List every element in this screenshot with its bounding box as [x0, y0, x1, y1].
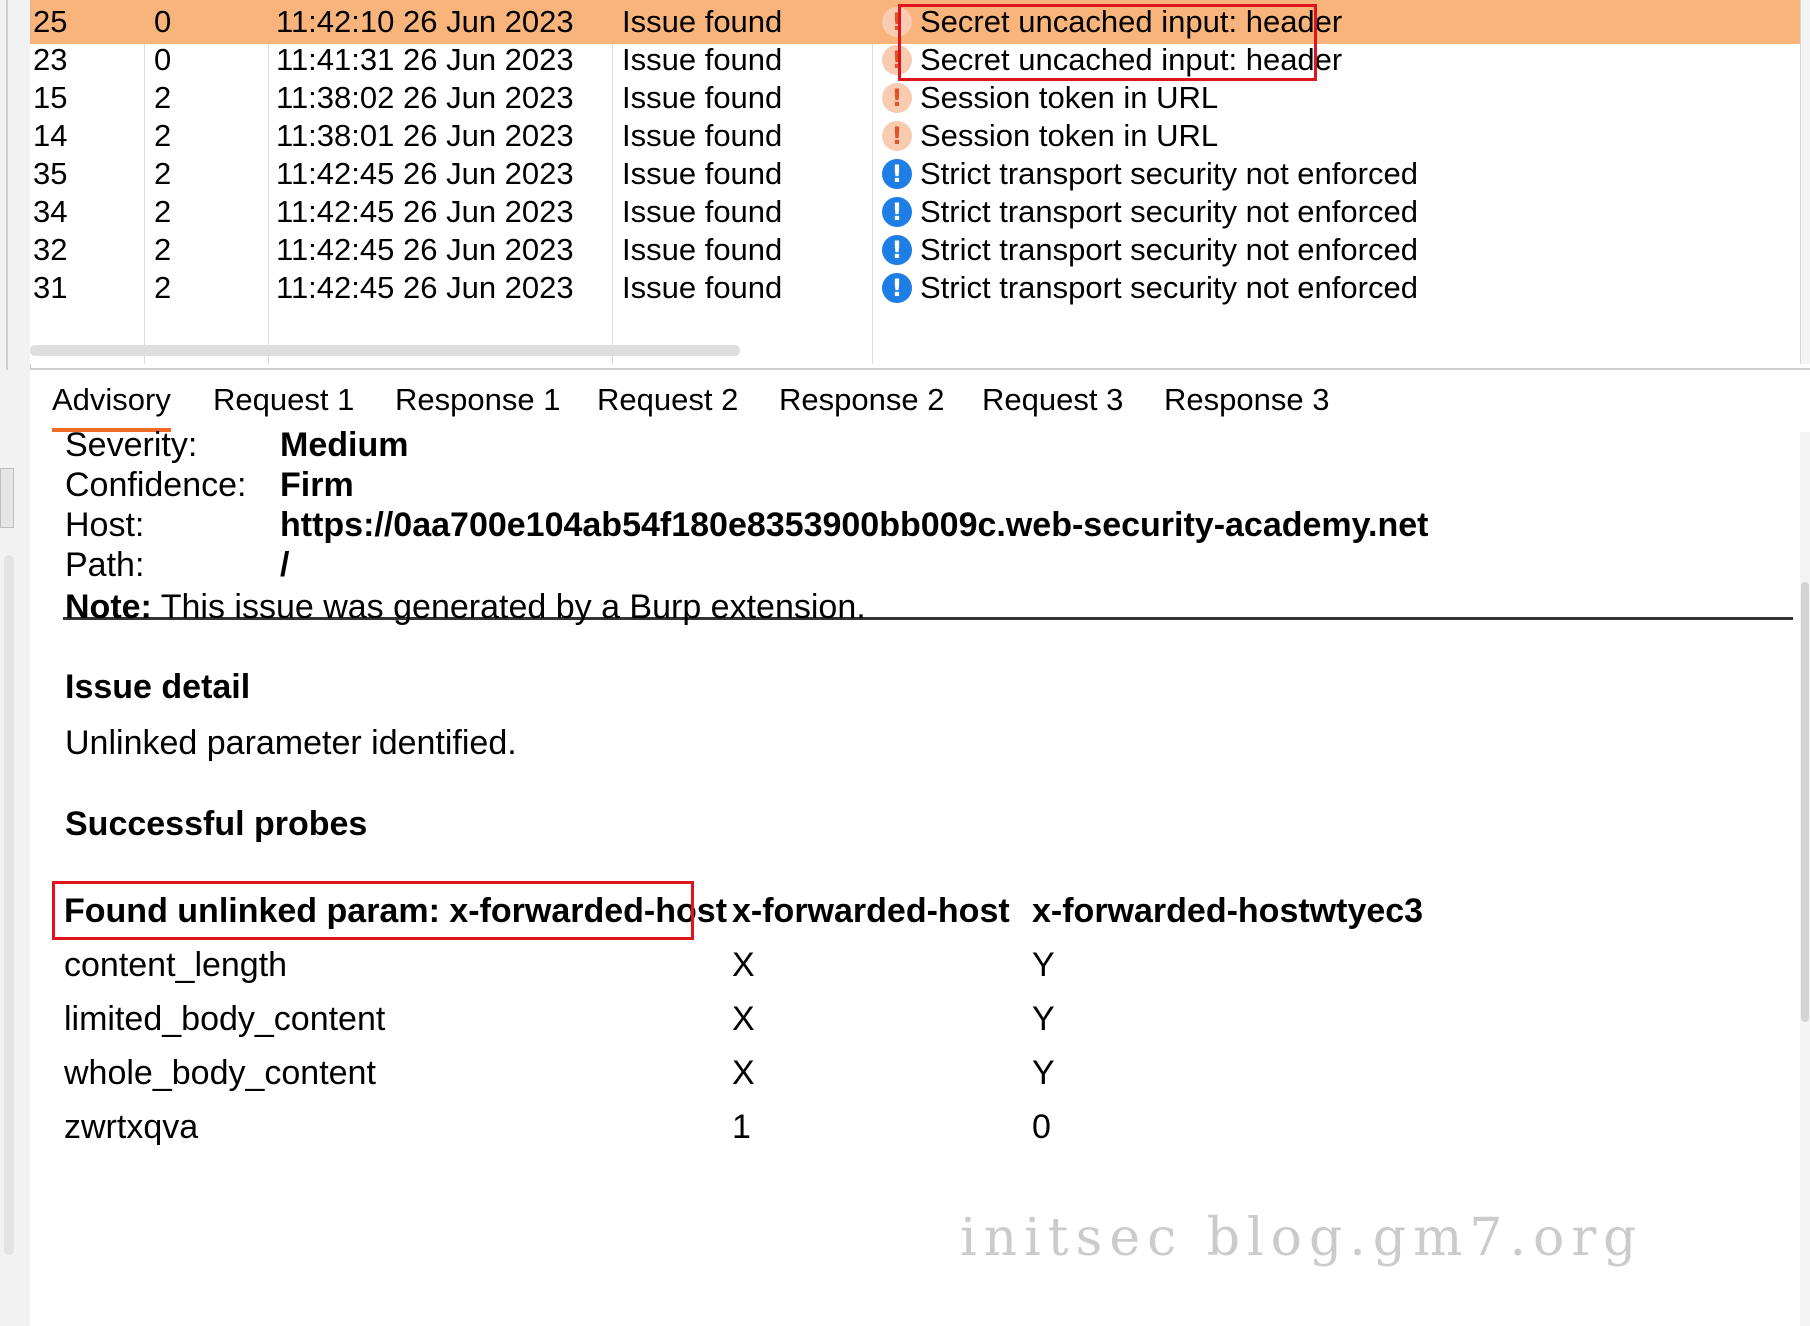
info-icon: ! — [882, 197, 912, 227]
path-value: / — [280, 546, 290, 584]
info-icon: ! — [882, 273, 912, 303]
probes-cell: whole_body_content — [64, 1054, 376, 1092]
medium-severity-icon: ! — [882, 45, 912, 75]
note-paragraph: Note: This issue was generated by a Burp… — [65, 588, 866, 627]
advisory-vertical-scrollbar[interactable] — [1800, 432, 1810, 1326]
gutter-handle[interactable] — [0, 468, 14, 528]
successful-probes-heading: Successful probes — [65, 805, 368, 843]
probes-cell: limited_body_content — [64, 1000, 386, 1038]
watermark: initsec blog.gm7.org — [960, 1208, 1644, 1268]
issue-table: 25 0 11:42:10 26 Jun 2023 Issue found Secret… — [30, 0, 1810, 364]
probes-cell: Y — [1032, 1000, 1055, 1038]
issue-name-cell: Strict transport security not enforced — [920, 270, 1418, 305]
severity-value: Medium — [280, 426, 409, 464]
probes-cell: zwrtxqva — [64, 1108, 199, 1146]
tab-request-2[interactable]: Request 2 — [597, 370, 738, 430]
tab-request-3[interactable]: Request 3 — [982, 370, 1123, 430]
probes-cell: X — [732, 1054, 755, 1092]
medium-severity-icon: ! — [882, 7, 912, 37]
note-label: Note: — [65, 588, 152, 626]
left-gutter — [0, 0, 31, 1326]
probes-header-cell: x-forwarded-hostwtyec3 — [1032, 892, 1424, 930]
issue-detail-heading: Issue detail — [65, 668, 251, 706]
gutter-scrollbar[interactable] — [4, 555, 14, 1255]
tab-advisory[interactable]: Advisory — [52, 370, 171, 432]
path-label: Path: — [65, 546, 145, 584]
tab-response-3[interactable]: Response 3 — [1164, 370, 1329, 430]
advisory-panel: Severity: Medium Confidence: Firm Host: … — [30, 426, 1800, 1326]
probes-cell: X — [732, 1000, 755, 1038]
tab-response-2[interactable]: Response 2 — [779, 370, 944, 430]
issue-id-cell: 31 — [33, 270, 68, 305]
probes-header-cell: Found unlinked param: x-forwarded-host — [64, 892, 728, 930]
medium-severity-icon: ! — [882, 121, 912, 151]
gutter-divider — [6, 0, 8, 370]
info-icon: ! — [882, 235, 912, 265]
confidence-value: Firm — [280, 466, 354, 504]
probes-cell: 1 — [732, 1108, 751, 1146]
type-cell: Issue found — [622, 270, 783, 305]
severity-label: Severity: — [65, 426, 198, 464]
probes-cell: Y — [1032, 946, 1055, 984]
probes-cell: Y — [1032, 1054, 1055, 1092]
issue-table-horizontal-scrollbar[interactable] — [30, 345, 740, 356]
confidence-label: Confidence: — [65, 466, 247, 504]
probes-cell: X — [732, 946, 755, 984]
probes-cell: content_length — [64, 946, 288, 984]
probes-header-cell: x-forwarded-host — [732, 892, 1010, 930]
tab-request-1[interactable]: Request 1 — [213, 370, 354, 430]
probes-cell: 0 — [1032, 1108, 1051, 1146]
medium-severity-icon: ! — [882, 83, 912, 113]
tab-response-1[interactable]: Response 1 — [395, 370, 560, 430]
time-cell: 11:42:45 26 Jun 2023 — [276, 270, 574, 305]
issue-detail-text: Unlinked parameter identified. — [65, 724, 517, 762]
advisory-scroll-thumb[interactable] — [1801, 582, 1809, 1022]
host-label: Host: — [65, 506, 145, 544]
issue-table-vertical-scrollbar[interactable] — [1800, 0, 1810, 364]
info-icon: ! — [882, 159, 912, 189]
note-text: This issue was generated by a Burp exten… — [151, 588, 866, 626]
issue-tab-bar: Advisory Request 1 Response 1 Request 2 … — [30, 368, 1810, 434]
severity-cell: 2 — [154, 270, 172, 305]
issue-row[interactable]: 31 2 11:42:45 26 Jun 2023 Issue found Strict… — [30, 266, 1800, 310]
host-value: https://0aa700e104ab54f180e8353900bb009c… — [280, 506, 1429, 544]
